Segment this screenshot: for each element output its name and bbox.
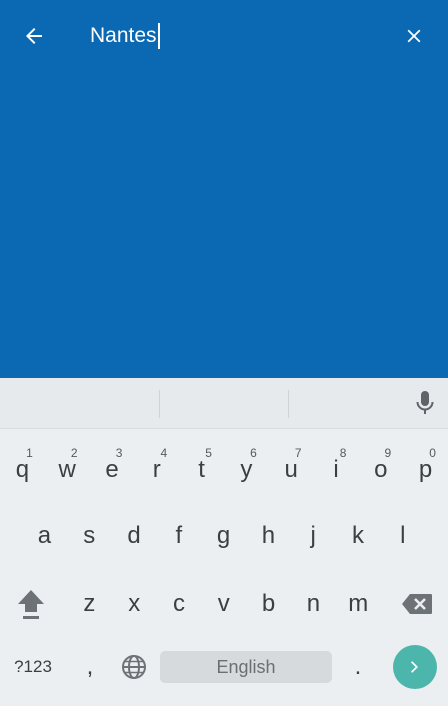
key-x[interactable]: x (112, 574, 157, 626)
key-z[interactable]: z (67, 574, 112, 626)
key-label: c (172, 590, 185, 617)
key-h[interactable]: h (246, 506, 291, 558)
search-field[interactable]: Nantes (90, 20, 380, 52)
key-n[interactable]: n (291, 574, 336, 626)
key-hint-number: 3 (115, 446, 123, 460)
backspace-key[interactable] (394, 578, 440, 630)
key-label: v (217, 590, 230, 617)
key-w[interactable]: w2 (45, 440, 90, 492)
key-label: o (374, 456, 388, 483)
key-e[interactable]: e3 (90, 440, 135, 492)
key-s[interactable]: s (67, 506, 112, 558)
key-u[interactable]: u7 (269, 440, 314, 492)
shift-key[interactable] (8, 578, 54, 630)
key-hint-number: 0 (429, 446, 436, 460)
key-label: g (216, 522, 231, 549)
key-label: q (15, 456, 30, 483)
key-label: x (128, 590, 141, 617)
space-key[interactable]: English (160, 651, 332, 683)
key-hint-number: 9 (384, 446, 392, 460)
backspace-icon (402, 594, 432, 614)
key-label: b (261, 590, 276, 617)
on-screen-keyboard: ?123 , English . q1w2e3r4t5y6u7i8o9p0asd… (0, 378, 448, 706)
key-label: h (261, 522, 276, 549)
key-o[interactable]: o9 (358, 440, 403, 492)
search-input[interactable]: Nantes (90, 24, 157, 48)
key-hint-number: 6 (250, 446, 257, 460)
period-key[interactable]: . (338, 642, 378, 692)
key-d[interactable]: d (112, 506, 157, 558)
key-f[interactable]: f (156, 506, 201, 558)
arrow-left-icon (26, 28, 42, 44)
key-a[interactable]: a (22, 506, 67, 558)
key-r[interactable]: r4 (134, 440, 179, 492)
language-switch-key[interactable] (112, 642, 156, 692)
voice-input-button[interactable] (410, 388, 440, 418)
key-label: k (351, 522, 364, 549)
key-label: a (37, 522, 52, 549)
search-app-bar: Nantes (0, 0, 448, 378)
key-g[interactable]: g (201, 506, 246, 558)
key-hint-number: 1 (26, 446, 33, 460)
shift-icon (18, 590, 44, 619)
key-i[interactable]: i8 (314, 440, 359, 492)
key-label: n (306, 590, 321, 617)
symbols-key[interactable]: ?123 (2, 642, 64, 692)
key-t[interactable]: t5 (179, 440, 224, 492)
key-hint-number: 7 (294, 446, 302, 460)
globe-icon (122, 655, 146, 679)
suggestion-divider (159, 390, 160, 418)
key-label: s (83, 522, 96, 549)
key-label: t (198, 456, 205, 483)
key-p[interactable]: p0 (403, 440, 448, 492)
key-hint-number: 8 (339, 446, 347, 460)
key-b[interactable]: b (246, 574, 291, 626)
clear-search-button[interactable] (398, 20, 430, 52)
chevron-right-icon (411, 661, 418, 673)
key-q[interactable]: q1 (0, 440, 45, 492)
key-v[interactable]: v (201, 574, 246, 626)
key-hint-number: 2 (70, 446, 78, 460)
key-label: p (418, 456, 433, 483)
key-label: d (127, 522, 141, 549)
key-hint-number: 5 (205, 446, 212, 460)
key-label: r (152, 456, 161, 483)
key-label: z (83, 590, 96, 617)
key-y[interactable]: y6 (224, 440, 269, 492)
enter-key[interactable] (393, 645, 437, 689)
suggestion-strip (0, 378, 448, 429)
key-k[interactable]: k (336, 506, 381, 558)
key-label: m (348, 590, 369, 617)
suggestion-divider (288, 390, 289, 418)
close-icon (407, 29, 421, 43)
key-label: f (175, 522, 183, 549)
key-j[interactable]: j (291, 506, 336, 558)
key-label: u (284, 456, 298, 483)
key-m[interactable]: m (336, 574, 381, 626)
key-hint-number: 4 (160, 446, 168, 460)
text-cursor (157, 23, 160, 49)
key-label: j (310, 522, 316, 549)
key-label: l (400, 522, 406, 549)
key-c[interactable]: c (157, 574, 202, 626)
comma-key[interactable]: , (70, 642, 110, 692)
microphone-icon (416, 391, 434, 414)
key-label: y (240, 456, 253, 483)
back-button[interactable] (18, 20, 50, 52)
key-label: i (333, 456, 339, 483)
key-label: w (58, 456, 76, 483)
key-label: e (105, 456, 119, 483)
key-l[interactable]: l (380, 506, 425, 558)
